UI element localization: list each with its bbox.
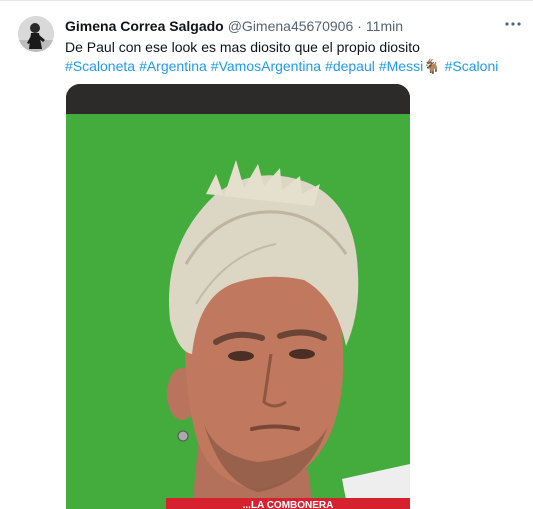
- hashtag-link[interactable]: #Scaloni: [445, 57, 499, 76]
- media-photo: ...LA COMBONERA: [66, 84, 410, 509]
- tweet-text: De Paul con ese look es mas diosito que …: [65, 38, 515, 76]
- tweet-card[interactable]: Gimena Correa Salgado @Gimena45670906 · …: [0, 0, 533, 509]
- user-handle[interactable]: @Gimena45670906: [228, 18, 354, 34]
- hashtag-link[interactable]: #VamosArgentina: [211, 57, 321, 76]
- timestamp[interactable]: 11min: [366, 18, 403, 34]
- hashtag-link[interactable]: #Scaloneta: [65, 57, 135, 76]
- tweet-text-line: De Paul con ese look es mas diosito que …: [65, 39, 420, 55]
- avatar[interactable]: [18, 16, 54, 52]
- hashtag-link[interactable]: #Argentina: [139, 57, 207, 76]
- display-name[interactable]: Gimena Correa Salgado: [65, 18, 224, 34]
- hashtag-link[interactable]: #Messi🐐: [379, 57, 441, 76]
- tweet-media[interactable]: ...LA COMBONERA: [66, 84, 410, 509]
- hashtag-link[interactable]: #depaul: [325, 57, 375, 76]
- more-options-button[interactable]: [501, 13, 525, 35]
- more-horizontal-icon: [505, 22, 521, 26]
- hashtag-list: #Scaloneta #Argentina #VamosArgentina #d…: [65, 57, 515, 76]
- tweet-header: Gimena Correa Salgado @Gimena45670906 · …: [65, 16, 403, 36]
- avatar-image: [18, 16, 54, 52]
- media-banner-text: ...LA COMBONERA: [243, 500, 334, 509]
- separator-dot: ·: [357, 18, 362, 34]
